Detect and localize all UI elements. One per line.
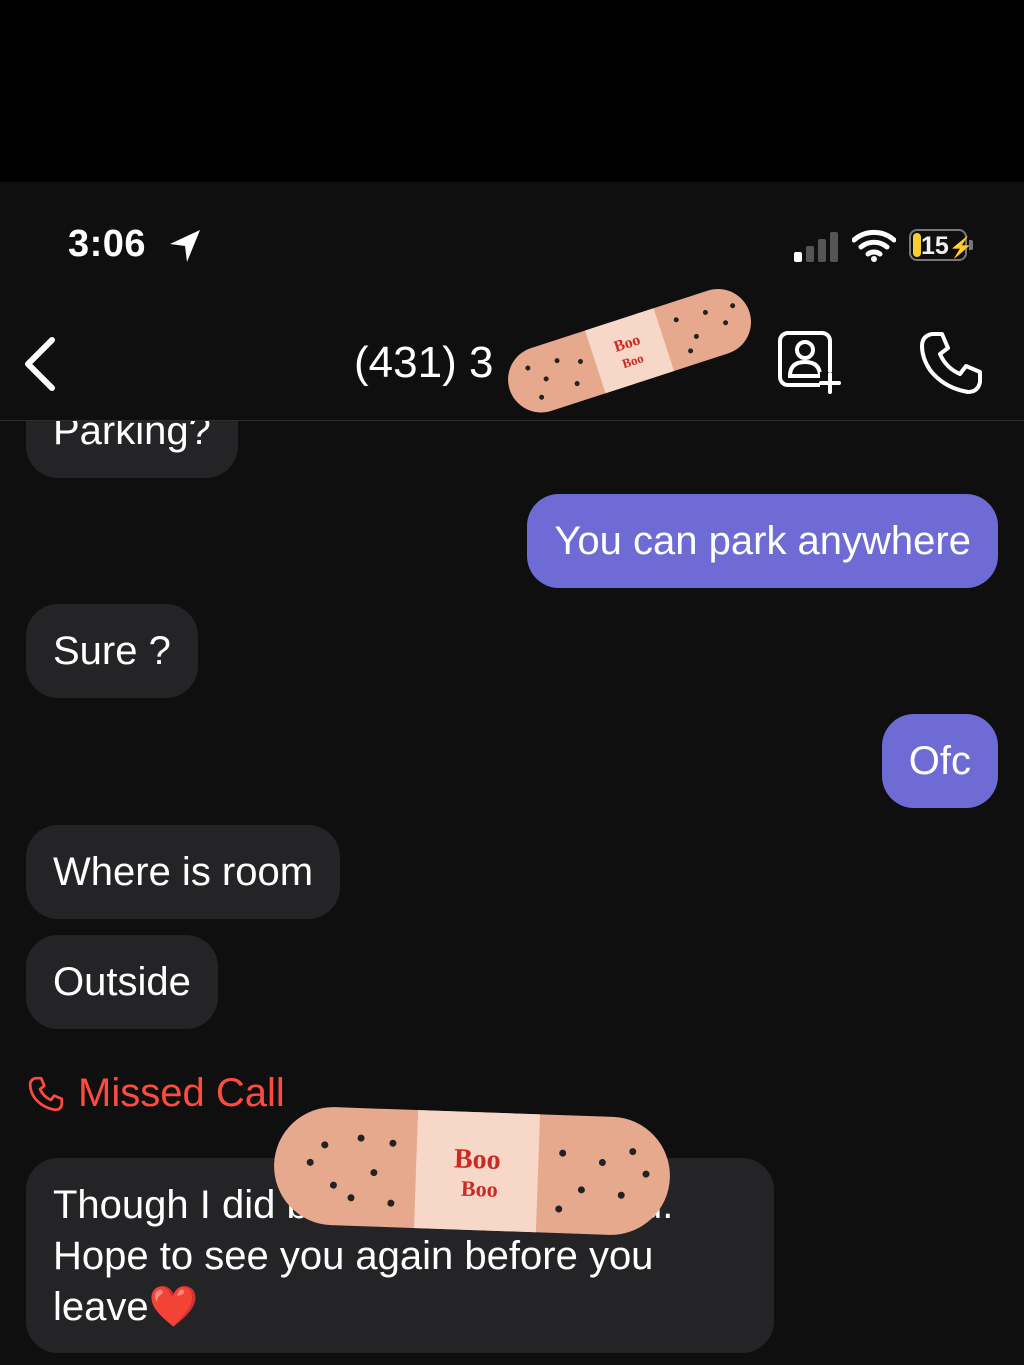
conversation-title[interactable]: (431) 3 xyxy=(354,338,493,388)
bandage-sticker-top: Boo Boo xyxy=(508,289,751,413)
message-bubble-outgoing[interactable]: You can park anywhere xyxy=(527,494,998,588)
battery-nub xyxy=(969,240,973,250)
top-black-band xyxy=(0,0,1024,182)
battery-percent: 15⚡ xyxy=(921,232,974,260)
sticker-text-bottom-2: Boo xyxy=(461,1176,499,1202)
battery-indicator: 15⚡ xyxy=(909,229,974,261)
message-bubble-incoming[interactable]: Parking? xyxy=(26,421,238,478)
message-bubble-outgoing[interactable]: Ofc xyxy=(881,714,998,808)
back-chevron-icon[interactable] xyxy=(20,334,60,394)
message-bubble-incoming[interactable]: Sure ? xyxy=(26,604,198,698)
battery-fill xyxy=(913,233,921,257)
missed-call-notice[interactable]: Missed Call xyxy=(28,1071,285,1116)
missed-call-label: Missed Call xyxy=(78,1071,285,1115)
message-bubble-incoming[interactable]: Where is room xyxy=(26,825,341,919)
status-time: 3:06 xyxy=(68,223,147,265)
message-bubble-incoming[interactable]: Outside xyxy=(26,935,218,1029)
bandage-sticker-bottom: Boo Boo xyxy=(274,1107,670,1235)
wifi-icon xyxy=(852,229,896,262)
cellular-signal-icon xyxy=(794,232,838,262)
messages-screen: 3:06 15⚡ (431) 3 Boo Boo Parking? You ca… xyxy=(0,182,1024,1365)
location-arrow-icon xyxy=(170,230,200,262)
phone-call-icon[interactable] xyxy=(918,330,984,396)
add-contact-icon[interactable] xyxy=(776,330,842,396)
missed-call-phone-icon xyxy=(28,1076,64,1111)
sticker-text-bottom-1: Boo xyxy=(454,1143,502,1176)
